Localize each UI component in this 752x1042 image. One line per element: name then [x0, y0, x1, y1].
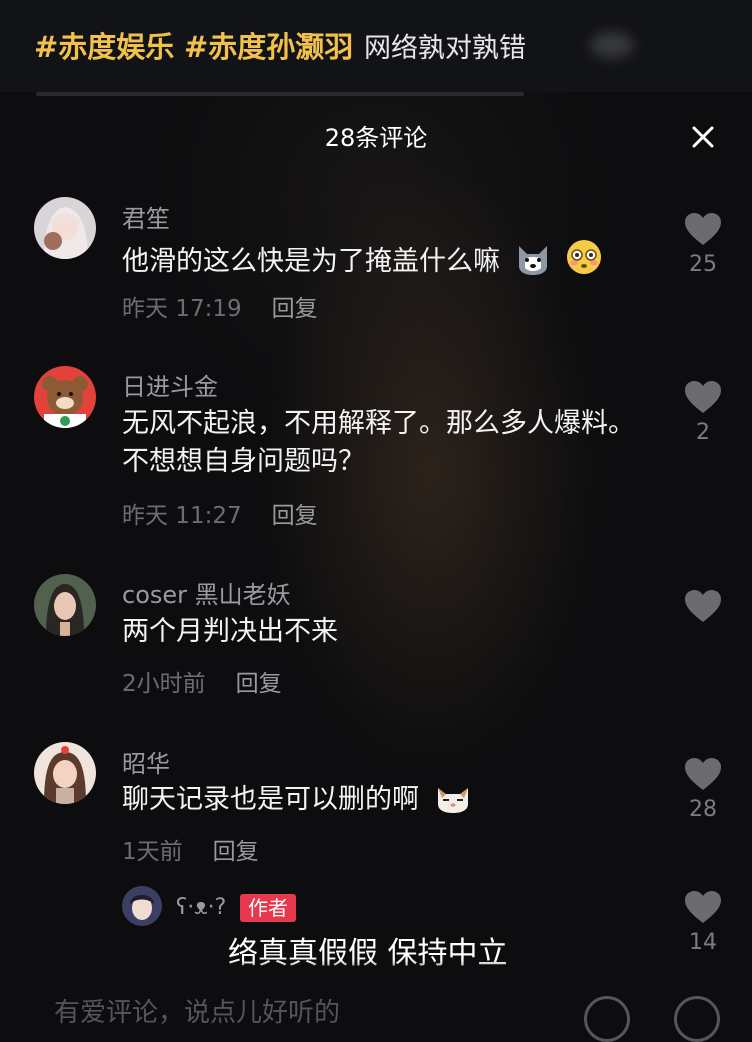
comment-time: 2小时前: [122, 671, 206, 697]
at-mention-icon[interactable]: [584, 996, 630, 1042]
reply-button[interactable]: 回复: [236, 671, 282, 697]
like-button[interactable]: 2: [680, 380, 726, 445]
comment-text: 无风不起浪，不用解释了。那么多人爆料。不想想自身问题吗？: [122, 408, 635, 477]
reply-button[interactable]: 回复: [272, 296, 318, 322]
avatar[interactable]: [34, 197, 96, 259]
heart-icon: [685, 381, 721, 413]
photo-avatar-icon: [34, 574, 96, 636]
bear-avatar-icon: [34, 366, 96, 428]
comment-text: 他滑的这么快是为了掩盖什么嘛: [122, 238, 652, 287]
comment-username[interactable]: ʕ·ᴥ·?: [176, 894, 226, 920]
avatar[interactable]: [34, 742, 96, 804]
topic-tag-1[interactable]: #赤度娱乐: [34, 24, 174, 66]
like-count: 25: [689, 252, 717, 277]
flushed-face-emoji-icon: [565, 238, 603, 287]
cat-emoji-icon: [434, 782, 472, 825]
comment-time: 昨天 11:27: [122, 503, 242, 529]
avatar[interactable]: [122, 886, 162, 926]
comment-username[interactable]: 日进斗金: [122, 367, 218, 402]
close-button[interactable]: [684, 118, 722, 156]
photo-avatar-icon: [34, 742, 96, 804]
comment-username[interactable]: coser 黑山老妖: [122, 575, 291, 610]
author-badge: 作者: [240, 894, 296, 922]
comment-text: 聊天记录也是可以删的啊: [122, 781, 652, 825]
anime-girl-avatar-icon: [34, 197, 96, 259]
video-caption-text: 网络孰对孰错: [364, 33, 526, 64]
avatar[interactable]: [34, 366, 96, 428]
heart-icon: [685, 891, 721, 923]
like-button[interactable]: 28: [680, 757, 726, 822]
comment-time: 1天前: [122, 839, 183, 865]
like-button[interactable]: 14: [680, 890, 726, 955]
video-caption-bar: #赤度娱乐 #赤度孙灏羽 网络孰对孰错: [0, 0, 752, 92]
close-icon: [692, 126, 714, 148]
comment-username[interactable]: 昭华: [122, 744, 170, 779]
sheet-top-edge: [36, 92, 524, 96]
comment-text: 两个月判决出不来: [122, 616, 338, 647]
comment-text-content: 聊天记录也是可以删的啊: [122, 784, 419, 815]
comment-meta: 2小时前 回复: [122, 664, 282, 698]
comment-username[interactable]: 君笙: [122, 199, 170, 234]
like-count: 14: [689, 930, 717, 955]
like-count: 2: [696, 420, 710, 445]
reply-button[interactable]: 回复: [272, 503, 318, 529]
heart-icon: [685, 213, 721, 245]
like-button[interactable]: [680, 589, 726, 629]
comment-meta: 1天前 回复: [122, 832, 259, 866]
avatar[interactable]: [34, 574, 96, 636]
comment-meta: 昨天 17:19 回复: [122, 289, 318, 323]
heart-icon: [685, 758, 721, 790]
reply-button[interactable]: 回复: [213, 839, 259, 865]
anime-boy-avatar-icon: [122, 886, 162, 926]
heart-icon: [685, 590, 721, 622]
like-count: 28: [689, 797, 717, 822]
emoji-picker-icon[interactable]: [674, 996, 720, 1042]
blurred-icon: [590, 32, 634, 58]
comment-time: 昨天 17:19: [122, 296, 242, 322]
husky-emoji-icon: [515, 242, 551, 287]
comment-text-content: 他滑的这么快是为了掩盖什么嘛: [122, 246, 500, 277]
comments-count-title: 28条评论: [324, 124, 428, 152]
comment-input[interactable]: 有爱评论，说点儿好听的: [54, 992, 340, 1029]
topic-tag-2[interactable]: #赤度孙灏羽: [184, 24, 353, 66]
like-button[interactable]: 25: [680, 212, 726, 277]
comment-meta: 昨天 11:27 回复: [122, 496, 318, 530]
